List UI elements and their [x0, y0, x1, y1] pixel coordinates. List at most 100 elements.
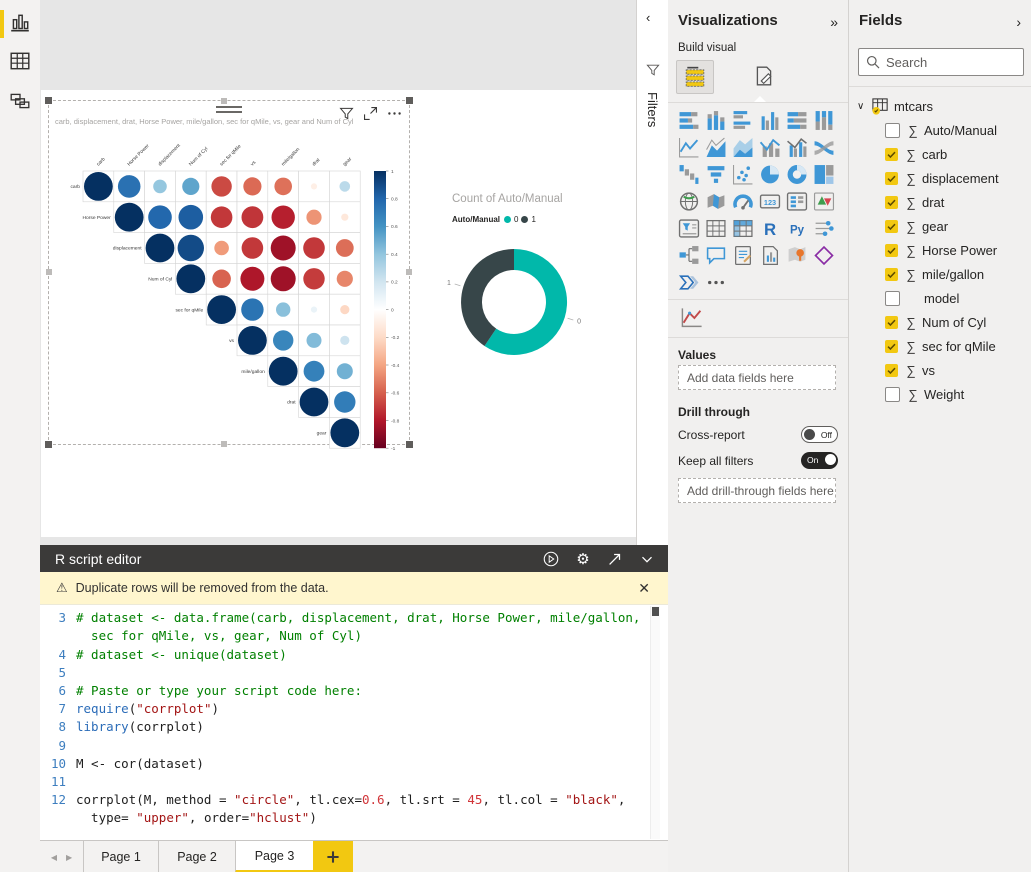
pie-chart-icon[interactable]	[759, 164, 782, 186]
report-view-icon[interactable]	[9, 12, 31, 34]
resize-handle[interactable]	[45, 441, 52, 448]
funnel-chart-icon[interactable]	[705, 164, 728, 186]
r-code-area[interactable]: 23# dataset <- data.frame(carb, displace…	[40, 605, 652, 840]
code-scrollbar[interactable]	[650, 606, 660, 839]
resize-handle[interactable]	[46, 269, 52, 275]
field-checkbox[interactable]	[885, 196, 898, 209]
matrix-icon[interactable]	[732, 218, 755, 240]
field-item-displacement[interactable]: ∑displacement	[849, 166, 1031, 190]
field-checkbox[interactable]	[885, 340, 898, 353]
field-checkbox[interactable]	[885, 172, 898, 185]
more-visuals-icon[interactable]	[705, 272, 728, 294]
more-options-icon[interactable]	[386, 105, 403, 122]
field-checkbox[interactable]	[885, 387, 900, 402]
ribbon-chart-icon[interactable]	[813, 137, 836, 159]
script-options-gear-icon[interactable]: ⚙	[574, 550, 592, 568]
field-checkbox[interactable]	[885, 123, 900, 138]
field-checkbox[interactable]	[885, 268, 898, 281]
power-automate-icon[interactable]	[678, 272, 701, 294]
r-script-visual-icon[interactable]: R	[759, 218, 782, 240]
filters-pane-label[interactable]: Filters	[645, 92, 660, 127]
donut-chart-icon[interactable]	[786, 164, 809, 186]
line-chart-icon[interactable]	[678, 137, 701, 159]
field-item-mile-gallon[interactable]: ∑mile/gallon	[849, 262, 1031, 286]
page-tab-3[interactable]: Page 3	[235, 841, 313, 872]
build-visual-tab[interactable]	[676, 60, 714, 94]
resize-handle[interactable]	[221, 441, 227, 447]
field-item-horse-power[interactable]: ∑Horse Power	[849, 238, 1031, 262]
field-item-sec-for-qmile[interactable]: ∑sec for qMile	[849, 334, 1031, 358]
card-icon[interactable]: 123	[759, 191, 782, 213]
add-drill-through-fields-dropzone[interactable]: Add drill-through fields here	[678, 478, 836, 503]
field-item-gear[interactable]: ∑gear	[849, 214, 1031, 238]
run-script-icon[interactable]	[542, 550, 560, 568]
resize-handle[interactable]	[406, 441, 413, 448]
slicer-icon[interactable]	[678, 218, 701, 240]
area-chart-icon[interactable]	[705, 137, 728, 159]
treemap-icon[interactable]	[813, 164, 836, 186]
field-item-carb[interactable]: ∑carb	[849, 142, 1031, 166]
100-stacked-column-chart-icon[interactable]	[813, 110, 836, 132]
multi-row-card-icon[interactable]	[786, 191, 809, 213]
new-page-button[interactable]	[313, 841, 353, 872]
field-item-vs[interactable]: ∑vs	[849, 358, 1031, 382]
python-visual-icon[interactable]: Py	[786, 218, 809, 240]
smart-narrative-icon[interactable]	[732, 245, 755, 267]
filled-map-icon[interactable]	[705, 191, 728, 213]
data-view-icon[interactable]	[9, 50, 31, 72]
visual-drag-grip-icon[interactable]	[214, 103, 244, 115]
field-item-drat[interactable]: ∑drat	[849, 190, 1031, 214]
add-data-fields-dropzone[interactable]: Add data fields here	[678, 365, 836, 390]
gauge-icon[interactable]	[732, 191, 755, 213]
field-checkbox[interactable]	[885, 291, 900, 306]
map-icon[interactable]	[678, 191, 701, 213]
q-and-a-icon[interactable]	[705, 245, 728, 267]
stacked-column-chart-icon[interactable]	[705, 110, 728, 132]
100-stacked-bar-chart-icon[interactable]	[786, 110, 809, 132]
model-view-icon[interactable]	[9, 90, 31, 112]
kpi-icon[interactable]	[813, 191, 836, 213]
line-and-stacked-column-chart-icon[interactable]	[759, 137, 782, 159]
donut-chart-visual[interactable]: Count of Auto/Manual Auto/Manual 01 01	[428, 185, 640, 381]
field-item-model[interactable]: model	[849, 286, 1031, 310]
collapse-editor-chevron-icon[interactable]	[638, 550, 656, 568]
collapse-fields-icon[interactable]: ›	[1016, 14, 1021, 30]
edit-in-external-ide-icon[interactable]	[606, 550, 624, 568]
resize-handle[interactable]	[406, 97, 413, 104]
stacked-bar-chart-icon[interactable]	[678, 110, 701, 132]
field-item-num-of-cyl[interactable]: ∑Num of Cyl	[849, 310, 1031, 334]
field-checkbox[interactable]	[885, 148, 898, 161]
collapse-visualizations-icon[interactable]: »	[830, 14, 838, 30]
line-and-clustered-column-chart-icon[interactable]	[786, 137, 809, 159]
paginated-report-icon[interactable]	[759, 245, 782, 267]
decomposition-tree-icon[interactable]	[678, 245, 701, 267]
key-influencers-icon[interactable]	[813, 218, 836, 240]
expand-filters-icon[interactable]: ‹	[646, 10, 650, 25]
resize-handle[interactable]	[406, 269, 412, 275]
field-checkbox[interactable]	[885, 244, 898, 257]
field-checkbox[interactable]	[885, 364, 898, 377]
field-item-weight[interactable]: ∑Weight	[849, 382, 1031, 406]
waterfall-chart-icon[interactable]	[678, 164, 701, 186]
scatter-chart-icon[interactable]	[732, 164, 755, 186]
stacked-area-chart-icon[interactable]	[732, 137, 755, 159]
field-item-auto-manual[interactable]: ∑Auto/Manual	[849, 118, 1031, 142]
r-corrplot-visual[interactable]: carb, displacement, drat, Horse Power, m…	[48, 100, 410, 445]
arcgis-map-icon[interactable]	[786, 245, 809, 267]
close-warning-icon[interactable]: ✕	[638, 580, 650, 597]
clustered-column-chart-icon[interactable]	[759, 110, 782, 132]
keep-all-filters-toggle[interactable]: On	[801, 452, 838, 469]
resize-handle[interactable]	[45, 97, 52, 104]
table-mtcars[interactable]: ∨ mtcars	[849, 94, 1031, 118]
fields-search-input[interactable]: Search	[858, 48, 1024, 76]
table-icon[interactable]	[705, 218, 728, 240]
code-scrollbar-thumb[interactable]	[652, 607, 659, 616]
power-apps-icon[interactable]	[813, 245, 836, 267]
page-tab-2[interactable]: Page 2	[158, 841, 235, 872]
chevron-down-icon[interactable]: ∨	[857, 101, 871, 112]
focus-mode-icon[interactable]	[362, 105, 379, 122]
field-checkbox[interactable]	[885, 316, 898, 329]
clustered-bar-chart-icon[interactable]	[732, 110, 755, 132]
resize-handle[interactable]	[221, 98, 227, 104]
field-checkbox[interactable]	[885, 220, 898, 233]
